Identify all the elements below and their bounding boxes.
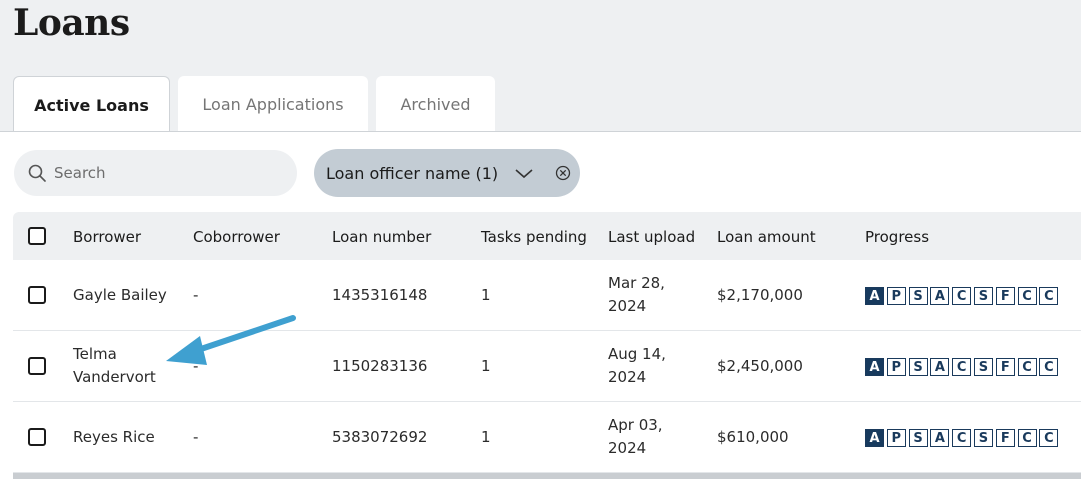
last-upload: Aug 14, 2024 [608,345,666,386]
row-checkbox[interactable] [28,286,46,304]
filter-label: Loan officer name (1) [326,163,499,183]
last-upload: Mar 28, 2024 [608,274,665,315]
progress-step: S [908,287,928,305]
coborrower-name: - [193,286,199,304]
tab-active-loans[interactable]: Active Loans [13,76,170,133]
tab-loan-applications[interactable]: Loan Applications [178,76,368,132]
column-tasks-pending[interactable]: Tasks pending [481,228,587,246]
progress-step: C [1039,287,1059,305]
search-icon [28,164,46,182]
progress-step: C [952,429,972,447]
chevron-down-icon[interactable] [514,163,534,183]
progress-tracker: APSACSFCC [865,429,1061,447]
progress-step: C [1017,358,1037,376]
table-row[interactable]: Telma Vandervort - 1150283136 1 Aug 14, 20… [13,331,1081,402]
page-title: Loans [13,2,130,44]
progress-step: C [1039,429,1059,447]
tasks-pending: 1 [481,428,491,446]
progress-step: A [930,358,950,376]
tab-archived[interactable]: Archived [376,76,495,132]
borrower-name[interactable]: Telma Vandervort [73,343,156,389]
table-row[interactable]: Gayle Bailey - 1435316148 1 Mar 28, 2024 … [13,260,1081,331]
progress-step: C [952,287,972,305]
progress-step: C [1017,429,1037,447]
select-all-checkbox[interactable] [28,227,46,245]
coborrower-name: - [193,428,199,446]
progress-step: S [973,358,993,376]
loan-number: 1435316148 [332,286,428,304]
progress-tracker: APSACSFCC [865,287,1061,305]
progress-step: P [886,287,906,305]
progress-step: A [865,429,884,447]
tasks-pending: 1 [481,286,491,304]
column-last-upload[interactable]: Last upload [608,228,695,246]
progress-step: A [930,287,950,305]
search-box[interactable] [14,150,297,196]
progress-step: C [1017,287,1037,305]
progress-step: C [1039,358,1059,376]
clear-circle-icon[interactable] [555,165,571,181]
progress-tracker: APSACSFCC [865,358,1061,376]
table-row[interactable]: Reyes Rice - 5383072692 1 Apr 03, 2024 $6… [13,402,1081,473]
coborrower-name: - [193,357,199,375]
loan-amount: $610,000 [717,428,789,446]
progress-step: S [973,287,993,305]
column-coborrower[interactable]: Coborrower [193,228,280,246]
tasks-pending: 1 [481,357,491,375]
column-borrower[interactable]: Borrower [73,228,141,246]
progress-step: S [908,429,928,447]
progress-step: A [930,429,950,447]
loan-amount: $2,450,000 [717,357,803,375]
row-checkbox[interactable] [28,357,46,375]
progress-step: P [886,429,906,447]
borrower-name[interactable]: Reyes Rice [73,426,155,449]
loan-officer-filter[interactable]: Loan officer name (1) [314,149,580,197]
progress-step: C [952,358,972,376]
loans-table: Borrower Coborrower Loan number Tasks pe… [13,212,1081,479]
column-loan-amount[interactable]: Loan amount [717,228,816,246]
loan-amount: $2,170,000 [717,286,803,304]
horizontal-scrollbar[interactable] [13,473,1081,479]
progress-step: A [865,358,884,376]
progress-step: F [995,429,1015,447]
progress-step: F [995,287,1015,305]
last-upload: Apr 03, 2024 [608,416,663,457]
loans-panel: Loan officer name (1) Borrower Coborrowe… [0,131,1081,479]
progress-step: S [973,429,993,447]
loan-number: 5383072692 [332,428,428,446]
column-progress[interactable]: Progress [865,228,929,246]
progress-step: A [865,287,884,305]
progress-step: S [908,358,928,376]
progress-step: F [995,358,1015,376]
table-header: Borrower Coborrower Loan number Tasks pe… [13,212,1081,260]
progress-step: P [886,358,906,376]
row-checkbox[interactable] [28,428,46,446]
column-loan-number[interactable]: Loan number [332,228,431,246]
search-input[interactable] [54,164,274,182]
borrower-name[interactable]: Gayle Bailey [73,284,167,307]
loan-number: 1150283136 [332,357,428,375]
